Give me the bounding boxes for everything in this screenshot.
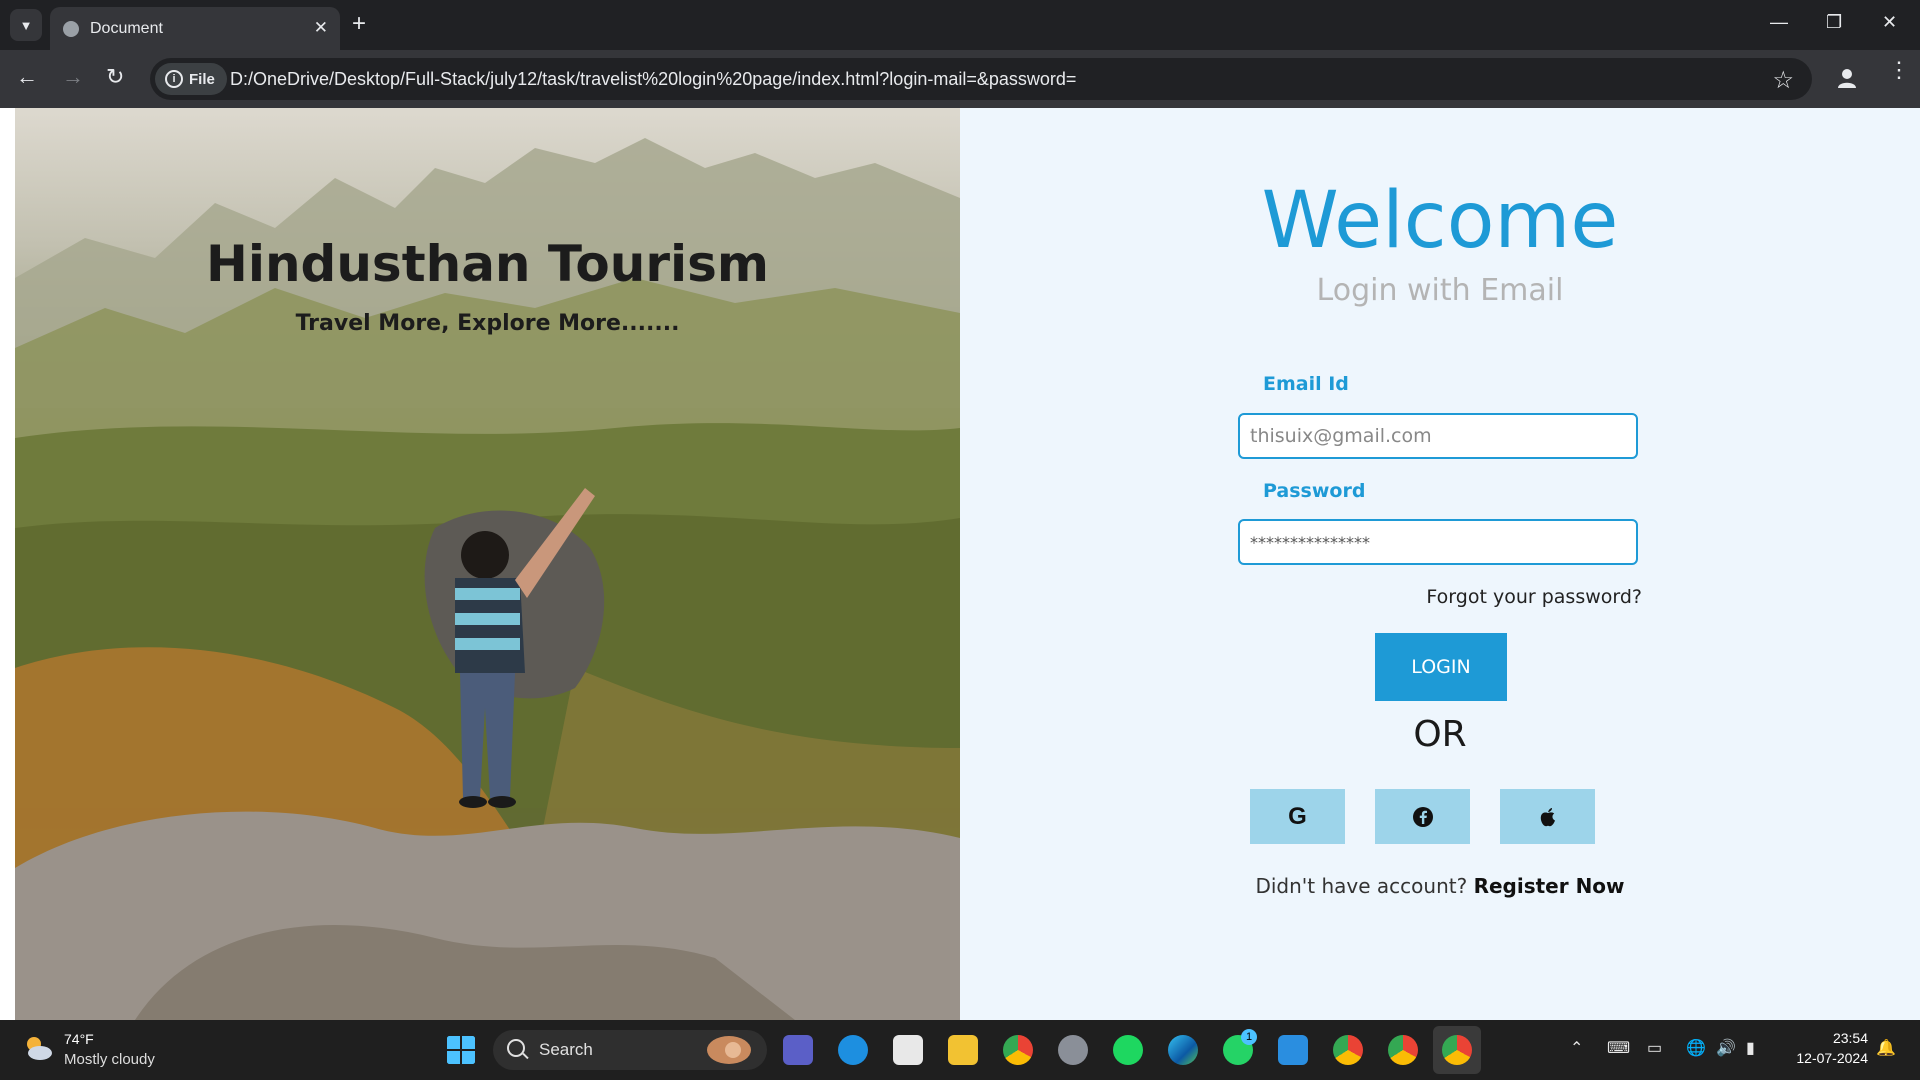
search-icon <box>507 1039 525 1057</box>
tab-title: Document <box>90 20 163 37</box>
teams-icon[interactable] <box>783 1035 813 1065</box>
browser-tab[interactable]: Document ✕ <box>50 7 340 50</box>
register-prompt: Didn't have account? <box>1255 874 1468 898</box>
forgot-password-link[interactable]: Forgot your password? <box>1400 586 1642 608</box>
google-icon: G <box>1288 802 1307 830</box>
login-button[interactable]: LOGIN <box>1375 633 1507 701</box>
taskbar-search[interactable]: Search <box>493 1030 767 1070</box>
windows-taskbar: 74°F Mostly cloudy Search 1 ⌃ ⌨ ▭ 🌐 🔊 ▮ … <box>0 1020 1920 1080</box>
clock-time[interactable]: 23:54 <box>1820 1030 1868 1046</box>
weather-temperature[interactable]: 74°F <box>64 1031 94 1047</box>
password-label: Password <box>1263 480 1366 502</box>
hero-image: Hindusthan Tourism Travel More, Explore … <box>15 108 960 1020</box>
menu-kebab-icon[interactable]: ⋮ <box>1888 59 1910 81</box>
back-button[interactable]: ← <box>16 66 38 88</box>
cloudy-weather-icon[interactable] <box>22 1032 54 1064</box>
vscode-icon[interactable] <box>1278 1035 1308 1065</box>
facebook-icon <box>1412 806 1433 827</box>
password-field[interactable]: *************** <box>1238 519 1638 565</box>
windows-start-icon[interactable] <box>446 1035 476 1065</box>
or-divider: OR <box>1413 714 1467 755</box>
login-panel: Welcome Login with Email Email Id thisui… <box>960 108 1920 1020</box>
bookmark-star-icon[interactable]: ☆ <box>1772 66 1794 95</box>
email-field[interactable]: thisuix@gmail.com <box>1238 413 1638 459</box>
site-info-label: File <box>189 70 215 88</box>
clock-date[interactable]: 12-07-2024 <box>1784 1050 1868 1066</box>
search-highlight-icon <box>707 1036 751 1064</box>
minimize-icon[interactable]: — <box>1770 12 1788 33</box>
page-content: Hindusthan Tourism Travel More, Explore … <box>0 108 1920 1020</box>
tab-search-button[interactable]: ▼ <box>10 9 42 41</box>
reload-button[interactable]: ↻ <box>106 66 124 88</box>
chrome-icon[interactable] <box>1003 1035 1033 1065</box>
file-explorer-icon[interactable] <box>948 1035 978 1065</box>
email-label: Email Id <box>1263 373 1349 395</box>
edge-icon[interactable] <box>1168 1035 1198 1065</box>
globe-icon <box>63 21 79 37</box>
url-text[interactable]: D:/OneDrive/Desktop/Full-Stack/july12/ta… <box>230 69 1076 90</box>
chrome-active-icon[interactable] <box>1442 1035 1472 1065</box>
browser-toolbar: ← → ↻ i File D:/OneDrive/Desktop/Full-St… <box>0 50 1920 108</box>
forward-button[interactable]: → <box>62 66 84 88</box>
show-hidden-icons-chevron-icon[interactable]: ⌃ <box>1570 1038 1583 1058</box>
microsoft-store-icon[interactable] <box>893 1035 923 1065</box>
settings-icon[interactable] <box>1058 1035 1088 1065</box>
whatsapp-badge: 1 <box>1241 1029 1257 1045</box>
apple-login-button[interactable] <box>1500 789 1595 844</box>
chrome-profile-icon[interactable] <box>1333 1035 1363 1065</box>
get-help-icon[interactable] <box>838 1035 868 1065</box>
display-icon[interactable]: ▭ <box>1647 1038 1662 1058</box>
facebook-login-button[interactable] <box>1375 789 1470 844</box>
battery-icon[interactable]: ▮ <box>1746 1038 1755 1058</box>
address-bar[interactable]: i File D:/OneDrive/Desktop/Full-Stack/ju… <box>150 58 1812 100</box>
close-tab-icon[interactable]: ✕ <box>314 18 328 38</box>
spotify-icon[interactable] <box>1113 1035 1143 1065</box>
weather-condition[interactable]: Mostly cloudy <box>64 1051 155 1068</box>
login-subtitle: Login with Email <box>1316 273 1564 308</box>
notifications-bell-icon[interactable]: 🔔 <box>1876 1038 1896 1058</box>
site-info-chip[interactable]: i File <box>155 63 227 95</box>
browser-tab-bar: ▼ Document ✕ + — ❐ ✕ <box>0 0 1920 50</box>
restore-icon[interactable]: ❐ <box>1826 12 1842 33</box>
taskbar-search-label: Search <box>539 1040 593 1059</box>
chrome-profile-icon[interactable] <box>1388 1035 1418 1065</box>
apple-icon <box>1540 807 1555 826</box>
register-row: Didn't have account? Register Now <box>960 874 1920 898</box>
keyboard-icon[interactable]: ⌨ <box>1607 1038 1630 1058</box>
register-link[interactable]: Register Now <box>1474 874 1625 898</box>
whatsapp-icon[interactable]: 1 <box>1223 1029 1257 1065</box>
hero-title: Hindusthan Tourism <box>205 235 770 293</box>
volume-icon[interactable]: 🔊 <box>1716 1038 1736 1058</box>
network-icon[interactable]: 🌐 <box>1686 1038 1706 1058</box>
info-icon: i <box>165 70 183 88</box>
welcome-heading: Welcome <box>1261 176 1619 266</box>
hero-subtitle: Travel More, Explore More....... <box>295 311 680 336</box>
close-window-icon[interactable]: ✕ <box>1882 12 1897 33</box>
profile-icon[interactable] <box>1836 67 1858 89</box>
new-tab-button[interactable]: + <box>352 12 366 36</box>
chevron-down-icon: ▼ <box>19 17 33 33</box>
google-login-button[interactable]: G <box>1250 789 1345 844</box>
